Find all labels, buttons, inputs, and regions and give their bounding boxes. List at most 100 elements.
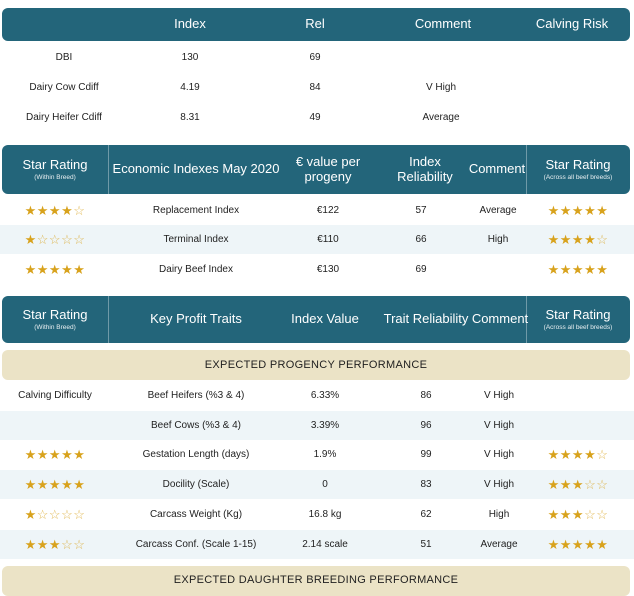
star-outline-icon: ☆	[596, 507, 609, 522]
star-filled-icon: ★	[571, 203, 585, 218]
header-trait-reliability: Trait Reliability	[383, 311, 469, 327]
trait-row: ★★★★★ Gestation Length (days) 1.9% 99 V High…	[0, 440, 634, 469]
star-rating: ★★★☆☆	[548, 478, 609, 491]
star-filled-icon: ★	[48, 477, 62, 492]
index-reliability: 57	[415, 205, 427, 216]
trait-name: Beef Heifers (%3 & 4)	[147, 390, 245, 401]
trait-row: Beef Cows (%3 & 4) 3.39% 96 V High	[0, 411, 634, 440]
star-filled-icon: ★	[584, 537, 597, 552]
header-index: Index	[174, 16, 206, 32]
star-filled-icon: ★	[547, 262, 560, 277]
star-outline-icon: ☆	[73, 232, 86, 247]
header-comment: Comment	[414, 16, 472, 32]
star-rating: ★★★☆☆	[548, 508, 609, 521]
star-filled-icon: ★	[73, 477, 86, 492]
index-value: 1.9%	[313, 449, 337, 460]
economic-header: Star Rating (Within Breed) Economic Inde…	[2, 145, 630, 194]
star-outline-icon: ☆	[584, 477, 597, 492]
star-filled-icon: ★	[547, 477, 560, 492]
star-rating-within: ★☆☆☆☆	[2, 500, 108, 529]
header-star-across: Star Rating (Across all beef breeds)	[543, 306, 613, 331]
comment-value: V High	[483, 420, 514, 431]
star-rating-across	[526, 381, 630, 410]
trait-group-label	[2, 411, 108, 440]
star-outline-icon: ☆	[596, 232, 609, 247]
star-filled-icon: ★	[596, 537, 609, 552]
star-rating: ★★★★★	[548, 538, 609, 551]
comment-value: High	[487, 234, 509, 245]
star-rating-across: ★★★☆☆	[526, 470, 630, 499]
star-filled-icon: ★	[36, 262, 49, 277]
star-rating: ★☆☆☆☆	[25, 233, 86, 246]
star-rating-across: ★★★★☆	[526, 225, 630, 254]
trait-reliability: 62	[420, 509, 432, 520]
star-filled-icon: ★	[571, 232, 585, 247]
star-filled-icon: ★	[48, 203, 62, 218]
comment-value: V High	[483, 390, 514, 401]
comment-value	[388, 43, 494, 72]
star-rating-within: ★★★★★	[2, 440, 108, 469]
comment-value: Average	[422, 112, 460, 123]
star-filled-icon: ★	[571, 262, 585, 277]
star-filled-icon: ★	[584, 262, 597, 277]
comment-value: V High	[483, 449, 514, 460]
star-filled-icon: ★	[24, 203, 37, 218]
star-filled-icon: ★	[571, 537, 585, 552]
rel-value: 49	[309, 112, 321, 123]
summary-row: DBI 130 69	[0, 43, 634, 72]
star-rating: ★★★★★	[548, 263, 609, 276]
value-per-progeny: €122	[316, 205, 340, 216]
comment-value: Average	[480, 539, 518, 550]
star-filled-icon: ★	[547, 203, 560, 218]
index-value: 0	[322, 479, 328, 490]
star-filled-icon: ★	[24, 232, 37, 247]
header-star-within: Star Rating (Within Breed)	[22, 306, 88, 331]
index-name: Replacement Index	[152, 205, 240, 216]
section-title-daughter: EXPECTED DAUGHTER BREEDING PERFORMANCE	[2, 566, 630, 596]
star-filled-icon: ★	[61, 447, 74, 462]
star-rating: ★★★★☆	[548, 448, 609, 461]
star-rating-across: ★★★★☆	[526, 440, 630, 469]
star-filled-icon: ★	[584, 203, 597, 218]
star-filled-icon: ★	[559, 537, 572, 552]
header-comment: Comment	[471, 311, 529, 327]
index-reliability: 66	[415, 234, 427, 245]
summary-row: Dairy Cow Cdiff 4.19 84 V High	[0, 73, 634, 102]
star-outline-icon: ☆	[36, 232, 49, 247]
header-economic-indexes: Economic Indexes May 2020	[112, 161, 280, 177]
rel-value: 69	[309, 52, 321, 63]
star-filled-icon: ★	[73, 447, 86, 462]
star-filled-icon: ★	[584, 232, 597, 247]
trait-reliability: 83	[420, 479, 432, 490]
header-star-across: Star Rating (Across all beef breeds)	[543, 156, 613, 181]
index-value: 4.19	[180, 82, 200, 93]
trait-reliability: 86	[420, 390, 432, 401]
row-label: DBI	[55, 52, 73, 63]
star-filled-icon: ★	[559, 203, 572, 218]
star-filled-icon: ★	[61, 262, 74, 277]
index-value: 2.14 scale	[302, 539, 348, 550]
trait-row: ★★★☆☆ Carcass Conf. (Scale 1-15) 2.14 scal…	[0, 530, 634, 559]
star-outline-icon: ☆	[73, 507, 86, 522]
star-filled-icon: ★	[48, 537, 62, 552]
header-index-value: Index Value	[291, 311, 359, 327]
star-filled-icon: ★	[48, 262, 62, 277]
star-outline-icon: ☆	[73, 537, 86, 552]
header-value-per-progeny: € value per progeny	[295, 153, 361, 184]
star-rating: ★★★★★	[25, 263, 86, 276]
star-filled-icon: ★	[24, 262, 37, 277]
economic-row: ★★★★★ Dairy Beef Index €130 69 ★★★★★	[0, 255, 634, 284]
star-outline-icon: ☆	[73, 203, 86, 218]
value-per-progeny: €110	[317, 234, 339, 245]
trait-row: ★★★★★ Docility (Scale) 0 83 V High ★★★☆☆	[0, 470, 634, 499]
star-rating-across: ★★★★★	[526, 196, 630, 225]
star-rating-across: ★★★★★	[526, 530, 630, 559]
star-rating-within: ★☆☆☆☆	[2, 225, 108, 254]
summary-row: Dairy Heifer Cdiff 8.31 49 Average	[0, 103, 634, 132]
traits-header: Star Rating (Within Breed) Key Profit Tr…	[2, 296, 630, 343]
trait-name: Carcass Weight (Kg)	[149, 509, 243, 520]
star-filled-icon: ★	[61, 477, 74, 492]
star-filled-icon: ★	[584, 447, 597, 462]
comment-value: High	[488, 509, 510, 520]
star-filled-icon: ★	[48, 447, 62, 462]
